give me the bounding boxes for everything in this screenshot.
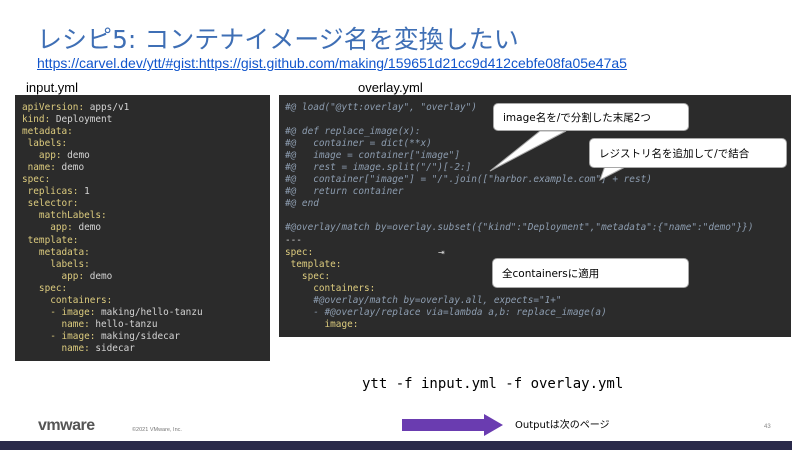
code-token: demo bbox=[84, 270, 113, 282]
code-token: labels: bbox=[22, 258, 90, 270]
code-token: app: bbox=[22, 270, 85, 282]
code-token: - #@overlay/replace via=lambda a,b: repl… bbox=[285, 306, 607, 318]
code-token: name: bbox=[22, 342, 90, 354]
code-token: selector: bbox=[22, 198, 79, 210]
code-token: - image: bbox=[22, 306, 96, 318]
code-token: demo bbox=[72, 222, 102, 234]
next-page-note: Outputは次のページ bbox=[515, 420, 610, 431]
code-line: --- bbox=[285, 235, 791, 247]
code-line: template: bbox=[22, 235, 270, 247]
code-token: 1 bbox=[78, 186, 90, 198]
code-token: #@overlay/match by=overlay.subset({"kind… bbox=[285, 222, 754, 234]
code-line: name: sidecar bbox=[22, 343, 270, 355]
code-line: #@ end bbox=[285, 198, 791, 210]
code-line: labels: bbox=[22, 138, 270, 150]
code-line: containers: bbox=[22, 295, 270, 307]
page-number: 43 bbox=[764, 424, 771, 430]
overlay-yml-label: overlay.yml bbox=[358, 80, 423, 95]
code-token: kind: bbox=[22, 114, 51, 126]
code-token: app: bbox=[22, 150, 62, 162]
code-token: #@ image = container["image"] bbox=[285, 150, 460, 162]
slide-title: レシピ5: コンテナイメージ名を変換したい bbox=[37, 25, 519, 54]
copyright-text: ©2021 VMware, Inc. bbox=[132, 427, 182, 433]
code-line: - image: making/hello-tanzu bbox=[22, 307, 270, 319]
code-line: spec: bbox=[285, 247, 791, 259]
code-token: apiVersion: bbox=[22, 102, 85, 113]
code-line: metadata: bbox=[22, 126, 270, 138]
code-token: labels: bbox=[22, 138, 68, 150]
code-token: app: bbox=[22, 222, 73, 234]
code-token: metadata: bbox=[22, 246, 90, 258]
code-token: name: bbox=[22, 318, 90, 330]
callout-apply: 全containersに適用 bbox=[492, 258, 689, 288]
code-line: metadata: bbox=[22, 247, 270, 259]
code-line: #@ return container bbox=[285, 186, 791, 198]
code-token: demo bbox=[55, 162, 85, 174]
gist-link[interactable]: https://carvel.dev/ytt/#gist:https://gis… bbox=[37, 55, 627, 71]
code-line: #@ container["image"] = "/".join(["harbo… bbox=[285, 174, 791, 186]
code-token: Deployment bbox=[50, 114, 113, 126]
code-token: apps/v1 bbox=[84, 102, 130, 113]
code-token: spec: bbox=[285, 270, 331, 282]
code-token: containers: bbox=[22, 294, 113, 306]
code-token: replicas: bbox=[22, 186, 79, 198]
callout-registry: レジストリ名を追加して/で結合 bbox=[589, 138, 787, 168]
code-token: #@ return container bbox=[285, 186, 404, 198]
mouse-cursor-icon: ⇥ bbox=[438, 248, 445, 257]
code-line: app: demo bbox=[22, 271, 270, 283]
code-token: #@ def replace_image(x): bbox=[285, 126, 421, 138]
code-token: spec: bbox=[22, 282, 68, 294]
input-yml-label: input.yml bbox=[26, 80, 79, 95]
overlay-yml-code-block: #@ load("@ytt:overlay", "overlay") #@ de… bbox=[279, 95, 791, 337]
code-line: name: hello-tanzu bbox=[22, 319, 270, 331]
code-token: - image: bbox=[22, 330, 96, 342]
input-yml-code-block: apiVersion: apps/v1 kind: Deployment metad… bbox=[15, 95, 270, 361]
code-token: image: bbox=[285, 318, 359, 330]
code-token: --- bbox=[285, 234, 302, 246]
code-token: spec: bbox=[22, 174, 51, 186]
code-line: - #@overlay/replace via=lambda a,b: repl… bbox=[285, 307, 791, 319]
code-line: spec: bbox=[22, 174, 270, 186]
code-token: #@ container = dict(**x) bbox=[285, 138, 432, 150]
code-token: template: bbox=[22, 234, 79, 246]
code-line: labels: bbox=[22, 259, 270, 271]
code-line: #@overlay/match by=overlay.subset({"kind… bbox=[285, 222, 791, 234]
ytt-command: ytt -f input.yml -f overlay.yml bbox=[362, 376, 624, 392]
code-token: making/sidecar bbox=[95, 330, 181, 342]
code-token: containers: bbox=[285, 282, 376, 294]
code-token: metadata: bbox=[22, 126, 73, 138]
code-line: #@overlay/match by=overlay.all, expects=… bbox=[285, 295, 791, 307]
code-token: making/hello-tanzu bbox=[95, 306, 203, 318]
code-line: app: demo bbox=[22, 150, 270, 162]
code-line: app: demo bbox=[22, 222, 270, 234]
code-token: template: bbox=[285, 258, 342, 270]
code-token: #@ rest = image.split("/")[-2:] bbox=[285, 162, 472, 174]
code-line: kind: Deployment bbox=[22, 114, 270, 126]
code-token: #@ load("@ytt:overlay", "overlay") bbox=[285, 102, 477, 113]
code-token: demo bbox=[61, 150, 90, 162]
code-line: apiVersion: apps/v1 bbox=[22, 102, 270, 114]
code-line: selector: bbox=[22, 198, 270, 210]
code-line: name: demo bbox=[22, 162, 270, 174]
code-token: matchLabels: bbox=[22, 210, 107, 222]
next-arrow-icon bbox=[402, 414, 503, 436]
code-token: name: bbox=[22, 162, 56, 174]
code-line: spec: bbox=[22, 283, 270, 295]
code-line: matchLabels: bbox=[22, 210, 270, 222]
code-line: image: bbox=[285, 319, 791, 331]
vmware-logo: vmware bbox=[38, 417, 95, 434]
footer-bar bbox=[0, 441, 792, 450]
code-line: - image: making/sidecar bbox=[22, 331, 270, 343]
code-token: hello-tanzu bbox=[89, 318, 158, 330]
code-token: spec: bbox=[285, 246, 314, 258]
code-token: #@ container["image"] = "/".join(["harbo… bbox=[285, 174, 652, 186]
code-token: sidecar bbox=[89, 342, 135, 354]
code-token: #@overlay/match by=overlay.all, expects=… bbox=[285, 294, 562, 306]
callout-split: image名を/で分割した末尾2つ bbox=[493, 103, 689, 131]
code-line: replicas: 1 bbox=[22, 186, 270, 198]
code-token: #@ end bbox=[285, 198, 319, 210]
